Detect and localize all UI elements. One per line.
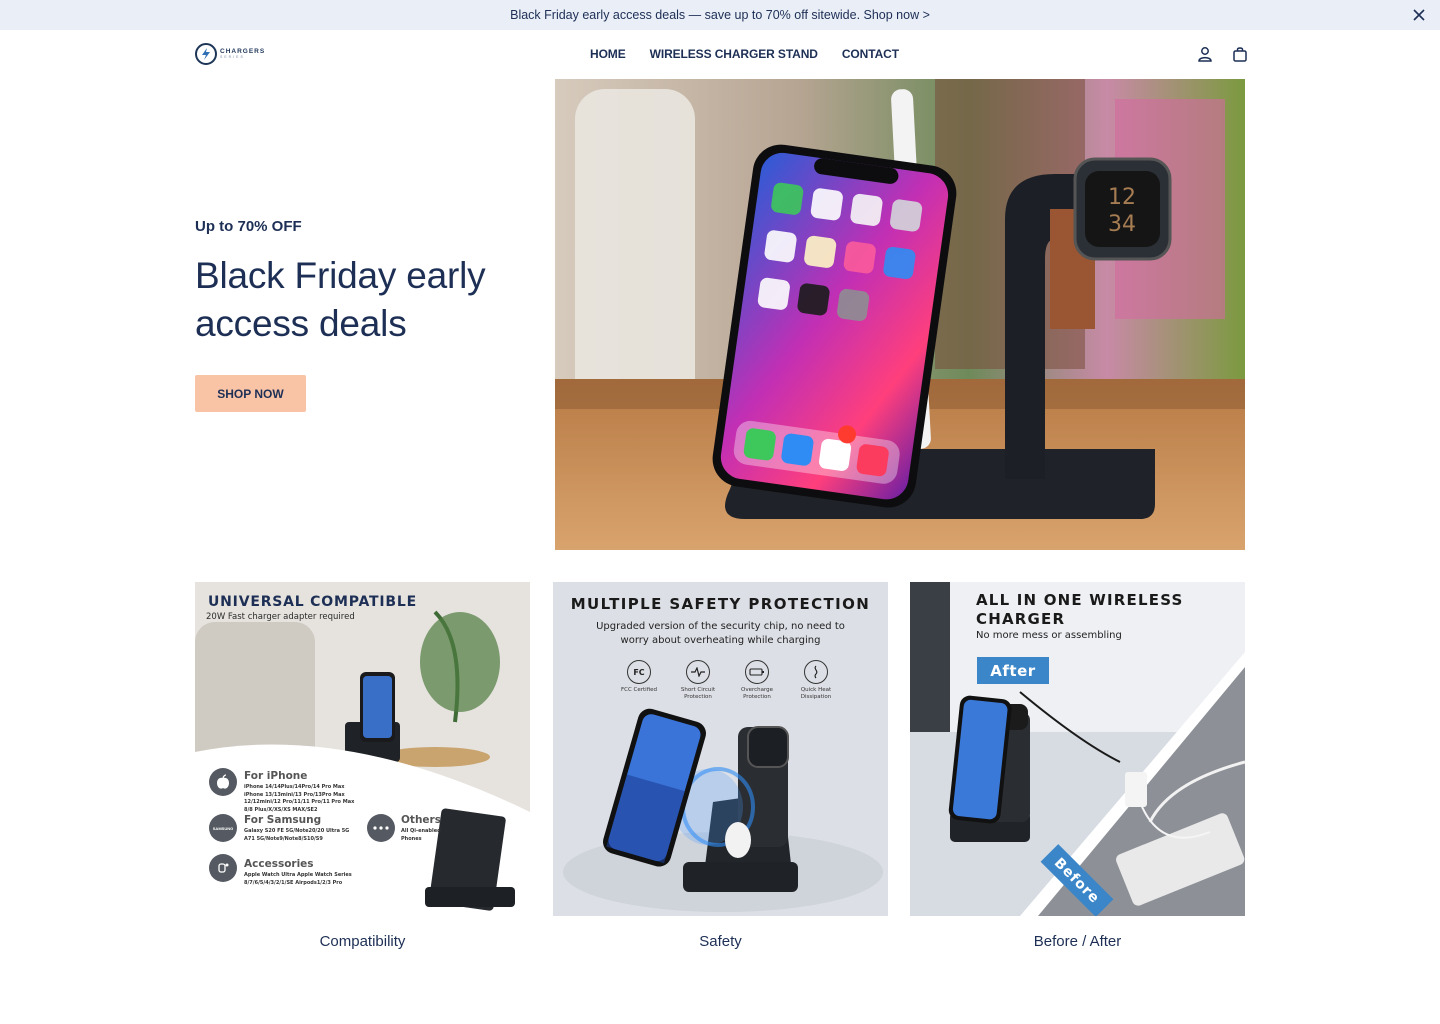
more-icon [367,814,395,842]
feature-label: FCC Certified [620,687,658,693]
feature-label: Short Circuit Protection [680,687,716,700]
hero-image: 12 34 [555,79,1245,550]
main-nav: HOME WIRELESS CHARGER STAND CONTACT [590,47,899,61]
card-label[interactable]: Safety [553,933,888,950]
card-title: MULTIPLE SAFETY PROTECTION [570,595,871,613]
hero-title: Black Friday early access deals [195,255,486,344]
feature-label: Quick Heat Dissipation [800,687,832,700]
pulse-icon [686,660,710,684]
safety-card[interactable]: MULTIPLE SAFETY PROTECTION Upgraded vers… [553,582,888,916]
watch-time: 12 [1108,185,1136,210]
announcement-text[interactable]: Black Friday early access deals — save u… [510,8,930,22]
announcement-bar: Black Friday early access deals — save u… [0,0,1440,30]
group-name: For iPhone [244,770,308,782]
nav-item-contact[interactable]: CONTACT [842,47,899,61]
card-subtitle: Upgraded version of the security chip, n… [596,621,845,646]
close-icon[interactable] [1410,6,1428,24]
hero-kicker: Up to 70% OFF [195,218,302,235]
brand-wordmark: CHARGERS SERIES [220,48,265,60]
before-after-card[interactable]: ALL IN ONE WIRELESS CHARGER No more mess… [910,582,1245,916]
account-icon[interactable] [1196,45,1214,63]
lightning-icon [195,43,217,65]
card-title: UNIVERSAL COMPATIBLE [208,594,417,610]
feature-list: FC FCC Certified Short Circuit Protectio… [619,660,836,701]
group-name: For Samsung [244,814,322,826]
svg-text:34: 34 [1108,212,1136,237]
group-detail: All Qi-enabled Phones [401,828,441,842]
accessories-icon [209,854,237,882]
hero-copy: Up to 70% OFF Black Friday early access … [195,218,535,348]
samsung-icon: SAMSUNG [209,814,237,842]
battery-icon [745,660,769,684]
nav-item-wireless-charger-stand[interactable]: WIRELESS CHARGER STAND [650,47,818,61]
shop-now-button[interactable]: SHOP NOW [195,375,306,412]
feature-item: Overcharge Protection [737,660,777,701]
card-subtitle: 20W Fast charger adapter required [206,612,355,622]
group-name: Others [401,814,441,826]
compatibility-card[interactable]: UNIVERSAL COMPATIBLE 20W Fast charger ad… [195,582,530,916]
group-detail: Galaxy S20 FE 5G/Note20/20 Ultra 5G A71 … [244,828,350,842]
apple-icon [209,768,237,796]
feature-item: Quick Heat Dissipation [796,660,836,701]
group-detail: Apple Watch Ultra Apple Watch Series 8/7… [244,872,352,886]
brand-logo[interactable]: CHARGERS SERIES [195,43,265,65]
fcc-icon: FC [627,660,651,684]
card-label[interactable]: Before / After [910,933,1245,950]
feature-item: FC FCC Certified [619,660,659,701]
card-label[interactable]: Compatibility [195,933,530,950]
header-icons [1196,45,1249,63]
card-subtitle: No more mess or assembling [976,630,1122,641]
site-header: CHARGERS SERIES HOME WIRELESS CHARGER ST… [0,30,1440,78]
nav-item-home[interactable]: HOME [590,47,626,61]
cart-icon[interactable] [1231,45,1249,63]
card-title: ALL IN ONE WIRELESS CHARGER [976,591,1184,628]
heat-icon [804,660,828,684]
feature-label: Overcharge Protection [740,687,774,700]
group-name: Accessories [244,858,314,870]
group-detail: iPhone 14/14Plus/14Pro/14 Pro Max iPhone… [244,784,355,813]
after-badge: After [977,657,1049,684]
feature-item: Short Circuit Protection [678,660,718,701]
brand-sub: SERIES [220,55,245,59]
